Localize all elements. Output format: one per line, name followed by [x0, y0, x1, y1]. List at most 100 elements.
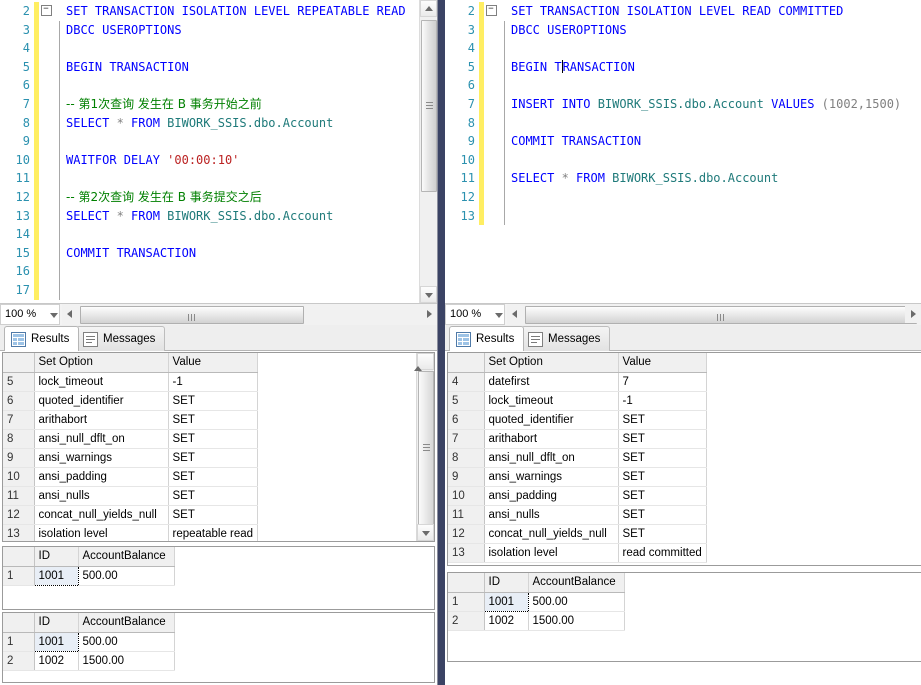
table-row[interactable]: 11ansi_nullsSET	[448, 505, 706, 524]
sql-editor-left[interactable]: 2−SET TRANSACTION ISOLATION LEVEL REPEAT…	[0, 0, 437, 303]
code-line[interactable]: 6	[445, 76, 921, 95]
account-grid-1[interactable]: IDAccountBalance11001500.00	[3, 547, 175, 586]
code-line[interactable]: 14	[0, 225, 420, 244]
table-row[interactable]: 8ansi_null_dflt_onSET	[3, 429, 258, 448]
chevron-down-icon[interactable]	[493, 304, 505, 325]
table-cell[interactable]: 8	[448, 448, 484, 467]
table-row[interactable]: 11001500.00	[3, 566, 174, 585]
table-cell[interactable]: 2	[3, 651, 34, 670]
fold-toggle-icon[interactable]: −	[39, 2, 53, 21]
table-cell[interactable]: SET	[168, 467, 258, 486]
table-row[interactable]: 210021500.00	[3, 651, 174, 670]
table-row[interactable]: 11001500.00	[3, 632, 174, 651]
table-row[interactable]: 12concat_null_yields_nullSET	[448, 524, 706, 543]
table-cell[interactable]: datefirst	[484, 372, 618, 391]
column-header[interactable]: Set Option	[34, 353, 168, 372]
scroll-left-button[interactable]	[62, 305, 78, 323]
table-cell[interactable]: 2	[448, 611, 484, 630]
table-cell[interactable]: 13	[448, 543, 484, 562]
result-grid-useroptions-left[interactable]: Set OptionValue5lock_timeout-16quoted_id…	[2, 352, 435, 542]
table-cell[interactable]: ansi_warnings	[34, 448, 168, 467]
table-row[interactable]: 5lock_timeout-1	[448, 391, 706, 410]
table-cell[interactable]: SET	[168, 391, 258, 410]
table-cell[interactable]: 1	[448, 592, 484, 611]
useroptions-grid[interactable]: Set OptionValue4datefirst75lock_timeout-…	[448, 353, 707, 563]
column-header[interactable]: ID	[34, 547, 78, 566]
result-grid-account-2-left[interactable]: IDAccountBalance11001500.00210021500.00	[2, 612, 435, 683]
column-header[interactable]	[3, 613, 34, 632]
scroll-left-button[interactable]	[507, 305, 523, 323]
table-cell[interactable]: 12	[448, 524, 484, 543]
hscrollbar-thumb[interactable]	[80, 306, 304, 324]
chevron-down-icon[interactable]	[48, 304, 60, 325]
grid-vertical-scrollbar[interactable]	[416, 353, 434, 541]
table-cell[interactable]: 8	[3, 429, 34, 448]
column-header[interactable]	[448, 353, 484, 372]
column-header[interactable]: ID	[484, 573, 528, 592]
editor-horizontal-scrollbar-left[interactable]	[62, 304, 437, 325]
result-grid-account-1-right[interactable]: IDAccountBalance 11001500.00210021500.00	[447, 572, 921, 662]
code-line[interactable]: 4	[445, 39, 921, 58]
scroll-down-button[interactable]	[417, 524, 434, 541]
code-line[interactable]: 7INSERT INTO BIWORK_SSIS.dbo.Account VAL…	[445, 95, 921, 114]
column-header[interactable]	[3, 547, 34, 566]
column-header[interactable]	[448, 573, 484, 592]
column-header[interactable]: AccountBalance	[528, 573, 624, 592]
table-cell[interactable]: 1001	[484, 592, 528, 611]
table-cell[interactable]: 500.00	[78, 632, 174, 651]
table-cell[interactable]: SET	[618, 448, 706, 467]
table-cell[interactable]: 500.00	[78, 566, 174, 585]
code-line[interactable]: 2−SET TRANSACTION ISOLATION LEVEL READ C…	[445, 2, 921, 21]
table-cell[interactable]: quoted_identifier	[34, 391, 168, 410]
scroll-right-button[interactable]	[905, 305, 921, 323]
table-cell[interactable]: 10	[3, 467, 34, 486]
code-line[interactable]: 17	[0, 281, 420, 300]
table-row[interactable]: 10ansi_paddingSET	[3, 467, 258, 486]
table-cell[interactable]: SET	[618, 429, 706, 448]
table-cell[interactable]: 500.00	[528, 592, 624, 611]
table-cell[interactable]: 1	[3, 566, 34, 585]
table-cell[interactable]: SET	[168, 429, 258, 448]
table-cell[interactable]: SET	[168, 448, 258, 467]
table-cell[interactable]: SET	[618, 524, 706, 543]
table-cell[interactable]: SET	[168, 505, 258, 524]
code-line[interactable]: 3DBCC USEROPTIONS	[445, 21, 921, 40]
table-cell[interactable]: -1	[618, 391, 706, 410]
table-row[interactable]: 10ansi_paddingSET	[448, 486, 706, 505]
account-grid-2[interactable]: IDAccountBalance11001500.00210021500.00	[3, 613, 175, 671]
scroll-down-button[interactable]	[420, 286, 437, 303]
table-row[interactable]: 6quoted_identifierSET	[3, 391, 258, 410]
tab-results[interactable]: Results	[4, 326, 79, 351]
column-header[interactable]: AccountBalance	[78, 547, 174, 566]
code-line[interactable]: 9	[0, 132, 420, 151]
table-cell[interactable]: 1500.00	[78, 651, 174, 670]
code-line[interactable]: 3DBCC USEROPTIONS	[0, 21, 420, 40]
table-cell[interactable]: SET	[168, 486, 258, 505]
table-cell[interactable]: concat_null_yields_null	[484, 524, 618, 543]
scrollbar-thumb[interactable]	[418, 371, 434, 525]
result-grid-account-1-left[interactable]: IDAccountBalance11001500.00	[2, 546, 435, 610]
code-line[interactable]: 9COMMIT TRANSACTION	[445, 132, 921, 151]
table-cell[interactable]: 10	[448, 486, 484, 505]
table-cell[interactable]: ansi_nulls	[34, 486, 168, 505]
table-cell[interactable]: isolation level	[484, 543, 618, 562]
account-grid-1[interactable]: IDAccountBalance 11001500.00210021500.00	[448, 573, 625, 631]
table-row[interactable]: 9ansi_warningsSET	[3, 448, 258, 467]
column-header[interactable]: Value	[618, 353, 706, 372]
table-cell[interactable]: ansi_warnings	[484, 467, 618, 486]
table-cell[interactable]: SET	[618, 486, 706, 505]
code-line[interactable]: 11	[0, 169, 420, 188]
table-row[interactable]: 6quoted_identifierSET	[448, 410, 706, 429]
table-cell[interactable]: 1001	[34, 632, 78, 651]
table-cell[interactable]: 12	[3, 505, 34, 524]
table-row[interactable]: 210021500.00	[448, 611, 624, 630]
table-cell[interactable]: ansi_nulls	[484, 505, 618, 524]
code-line[interactable]: 8SELECT * FROM BIWORK_SSIS.dbo.Account	[0, 114, 420, 133]
column-header[interactable]	[3, 353, 34, 372]
table-cell[interactable]: 9	[3, 448, 34, 467]
tab-messages[interactable]: Messages	[76, 326, 165, 351]
table-row[interactable]: 13isolation levelrepeatable read	[3, 524, 258, 542]
code-line[interactable]: 10	[445, 151, 921, 170]
table-cell[interactable]: SET	[168, 410, 258, 429]
table-cell[interactable]: 1	[3, 632, 34, 651]
